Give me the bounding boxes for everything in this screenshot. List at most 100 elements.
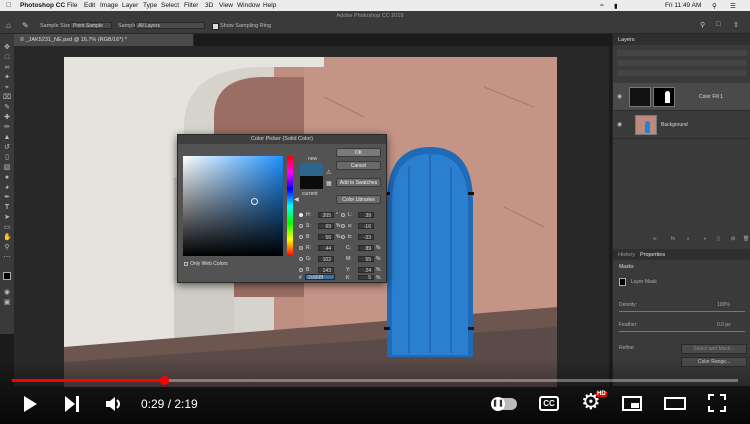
sample-size-select[interactable]: Point Sample: [70, 22, 112, 29]
menu-app[interactable]: Photoshop CC: [20, 2, 65, 9]
l-field[interactable]: 39: [358, 212, 374, 219]
lab-b-field[interactable]: -33: [358, 234, 374, 241]
progress-scrubber[interactable]: [159, 376, 169, 385]
hue-slider-handle[interactable]: ◀: [294, 196, 299, 203]
path-select-icon[interactable]: ➤: [3, 214, 11, 222]
menu-extras-icon[interactable]: ☰: [730, 2, 736, 10]
autoplay-toggle[interactable]: ❚❚: [491, 397, 517, 411]
spotlight-icon[interactable]: ⚲: [712, 2, 717, 10]
menu-window[interactable]: Window: [237, 2, 260, 9]
wifi-icon[interactable]: ≈: [600, 2, 604, 9]
sample-select[interactable]: All Layers: [135, 22, 205, 29]
clone-stamp-icon[interactable]: ▲: [3, 134, 11, 142]
volume-icon[interactable]: [104, 394, 124, 414]
quick-select-tool-icon[interactable]: ✦: [3, 74, 11, 82]
h-radio[interactable]: [299, 213, 303, 217]
menu-file[interactable]: File: [67, 2, 77, 9]
apple-menu-icon[interactable]: : [6, 2, 11, 9]
delete-layer-icon[interactable]: 🗑: [743, 236, 749, 242]
blend-mode-row[interactable]: [617, 60, 747, 66]
subtitles-button[interactable]: CC: [539, 396, 559, 411]
ok-button[interactable]: OK: [336, 148, 381, 157]
history-brush-icon[interactable]: ↺: [3, 144, 11, 152]
move-tool-icon[interactable]: ✥: [3, 44, 11, 52]
hue-slider[interactable]: [287, 156, 293, 256]
c-field[interactable]: 89: [358, 245, 374, 252]
lock-row[interactable]: [617, 70, 747, 76]
lab-b-radio[interactable]: [341, 235, 345, 239]
menu-type[interactable]: Type: [143, 2, 157, 9]
eyedropper-icon[interactable]: ✎: [3, 104, 11, 112]
blue-field[interactable]: 143: [318, 267, 334, 274]
only-web-checkbox[interactable]: [184, 262, 188, 266]
y-field[interactable]: 24: [358, 267, 374, 274]
cancel-button[interactable]: Cancel: [336, 161, 381, 170]
g-field[interactable]: 102: [318, 256, 334, 263]
workspace-icon[interactable]: □: [716, 21, 720, 28]
shape-tool-icon[interactable]: ▭: [3, 224, 11, 232]
layer-row-color-fill[interactable]: ◉ Color Fill 1: [613, 83, 750, 111]
menu-view[interactable]: View: [219, 2, 233, 9]
miniplayer-icon[interactable]: [622, 396, 642, 411]
menu-filter[interactable]: Filter: [184, 2, 198, 9]
menu-3d[interactable]: 3D: [205, 2, 213, 9]
frame-tool-icon[interactable]: ⌧: [3, 94, 11, 102]
more-tools-icon[interactable]: ⋯: [3, 254, 11, 262]
menu-edit[interactable]: Edit: [84, 2, 95, 9]
blur-tool-icon[interactable]: ●: [3, 174, 11, 182]
next-icon[interactable]: [64, 395, 80, 413]
zoom-tool-icon[interactable]: ⚲: [3, 244, 11, 252]
brush-tool-icon[interactable]: ✏: [3, 124, 11, 132]
k-field[interactable]: 5: [358, 275, 374, 281]
play-icon[interactable]: [22, 395, 38, 413]
b-radio[interactable]: [299, 235, 303, 239]
visibility-icon[interactable]: ◉: [617, 93, 622, 100]
current-color-swatch[interactable]: [300, 176, 323, 189]
dodge-tool-icon[interactable]: ◕: [3, 184, 11, 192]
menu-layer[interactable]: Layer: [122, 2, 138, 9]
density-value[interactable]: 100%: [717, 302, 730, 308]
l-radio[interactable]: [341, 213, 345, 217]
progress-bar[interactable]: [12, 376, 738, 385]
s-radio[interactable]: [299, 224, 303, 228]
new-group-icon[interactable]: ▯: [717, 236, 720, 242]
color-libraries-button[interactable]: Color Libraries: [336, 195, 381, 204]
lasso-tool-icon[interactable]: ∞: [3, 64, 11, 72]
a-field[interactable]: -16: [358, 223, 374, 230]
a-radio[interactable]: [341, 224, 345, 228]
tab-history[interactable]: History: [618, 252, 635, 258]
hex-field[interactable]: 2c668f: [305, 274, 335, 281]
crop-tool-icon[interactable]: ⌖: [3, 84, 11, 92]
r-radio[interactable]: [299, 246, 303, 250]
hand-tool-icon[interactable]: ✋: [3, 234, 12, 242]
battery-icon[interactable]: ▮: [614, 2, 618, 10]
link-layers-icon[interactable]: ∞: [653, 236, 657, 242]
add-mask-icon[interactable]: ◐: [687, 236, 690, 242]
r-field[interactable]: 44: [318, 245, 334, 252]
adjustment-icon[interactable]: ◑: [703, 236, 706, 242]
density-slider[interactable]: [619, 311, 745, 312]
blue-radio[interactable]: [299, 268, 303, 272]
layer-filter-row[interactable]: [617, 50, 747, 56]
websafe-cube-icon[interactable]: ▦: [326, 180, 332, 187]
h-field[interactable]: 205: [318, 212, 334, 219]
share-icon[interactable]: ⇧: [733, 21, 739, 29]
fx-icon[interactable]: fx: [671, 236, 675, 242]
search-icon[interactable]: ⚲: [700, 21, 705, 29]
b-field[interactable]: 56: [318, 234, 334, 241]
new-layer-icon[interactable]: ⊞: [731, 236, 735, 242]
select-and-mask-button[interactable]: Select and Mask...: [681, 344, 747, 354]
document-tab[interactable]: © _JAK5231_NE.psd @ 16.7% (RGB/16*) *: [14, 34, 194, 46]
menubar-clock[interactable]: Fri 11:49 AM: [665, 2, 701, 9]
pen-tool-icon[interactable]: ✒: [3, 194, 11, 202]
feather-slider[interactable]: [619, 331, 745, 332]
type-tool-icon[interactable]: T: [3, 204, 11, 212]
foreground-color-swatch[interactable]: [3, 272, 11, 280]
eraser-tool-icon[interactable]: ▯: [3, 154, 11, 162]
marquee-tool-icon[interactable]: □: [3, 54, 11, 62]
home-icon[interactable]: ⌂: [6, 21, 11, 30]
show-ring-checkbox[interactable]: [212, 23, 219, 30]
layer-row-background[interactable]: ◉ Background: [613, 111, 750, 139]
quick-mask-icon[interactable]: ◉: [3, 289, 11, 297]
fullscreen-icon[interactable]: [708, 394, 726, 412]
